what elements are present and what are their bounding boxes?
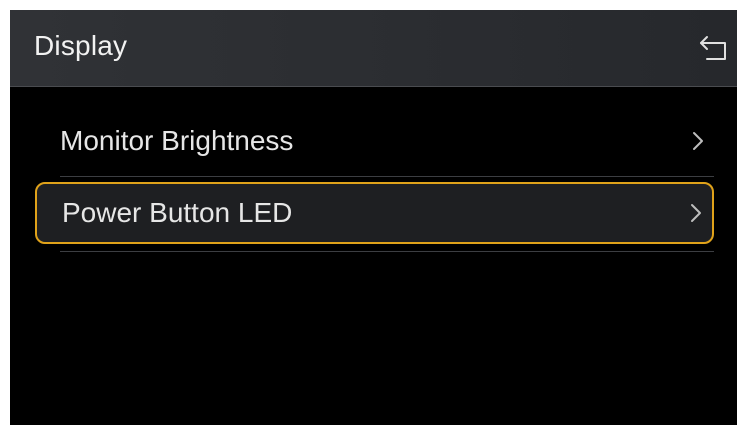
display-settings-screen: Display Monitor Brightness Power Button … — [10, 10, 737, 425]
menu-item-power-button-led[interactable]: Power Button LED — [35, 182, 714, 244]
chevron-right-icon — [693, 132, 703, 150]
menu-item-label: Monitor Brightness — [60, 125, 294, 156]
return-arrow-icon — [700, 36, 726, 60]
divider — [60, 251, 714, 252]
menu-item-monitor-brightness[interactable]: Monitor Brightness — [35, 110, 714, 172]
header-bar: Display — [10, 10, 737, 87]
menu-item-label: Power Button LED — [62, 197, 293, 228]
chevron-right-icon — [691, 204, 701, 222]
divider — [60, 176, 714, 177]
page-title: Display — [34, 30, 128, 61]
back-button[interactable] — [695, 30, 731, 66]
